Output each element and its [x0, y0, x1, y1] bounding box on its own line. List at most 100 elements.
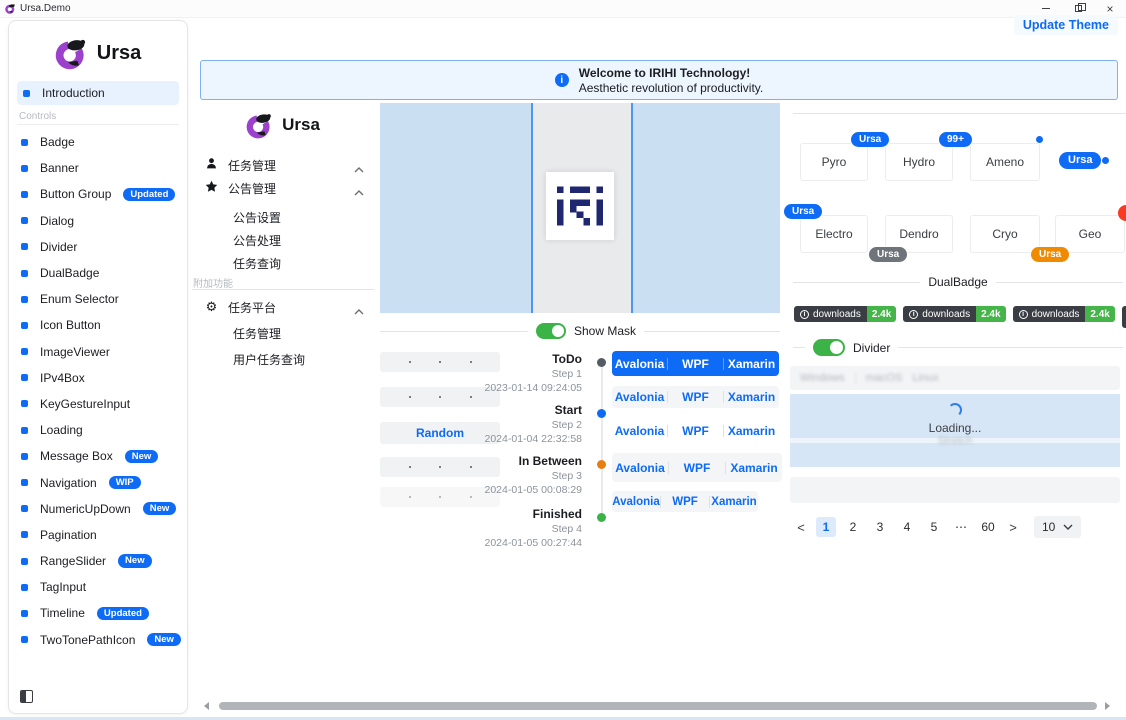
page-prev-button[interactable]: < — [793, 520, 809, 535]
info-icon — [555, 73, 569, 87]
avalonia-button[interactable]: Avalonia — [612, 424, 667, 438]
sidebar-item-pagination[interactable]: Pagination — [9, 522, 187, 548]
star-icon — [204, 180, 219, 196]
timeline-item: Finished Step 4 2024-01-05 00:27:44 — [476, 507, 582, 549]
page-next-button[interactable]: > — [1005, 520, 1021, 535]
app-window: Ursa.Demo × Ursa Introduction Controls B… — [0, 0, 1126, 720]
xamarin-button[interactable]: Xamarin — [724, 424, 779, 438]
page-ellipsis[interactable]: ⋯ — [951, 517, 971, 537]
sidebar-item-dialog[interactable]: Dialog — [9, 208, 187, 234]
sidebar-item-timeline[interactable]: TimelineUpdated — [9, 600, 187, 626]
status-badge: New — [147, 633, 181, 647]
scroll-right-icon[interactable] — [1105, 702, 1110, 710]
card-label: Electro — [815, 227, 852, 241]
xamarin-button[interactable]: Xamarin — [724, 357, 779, 371]
wpf-button[interactable]: WPF — [661, 496, 709, 508]
page-size-select[interactable]: 10 — [1034, 516, 1081, 538]
divider-toggle[interactable] — [813, 339, 845, 356]
timeline-item: Start Step 2 2024-01-04 22:32:58 — [476, 403, 582, 445]
timeline-step: Step 4 — [476, 523, 582, 535]
timeline-step: Step 2 — [476, 419, 582, 431]
menu-group-announcement[interactable]: 公告管理 — [190, 178, 376, 198]
sidebar-item-label: TagInput — [40, 580, 86, 594]
sidebar-item-enum-selector[interactable]: Enum Selector — [9, 286, 187, 312]
sidebar-item-button-group[interactable]: Button GroupUpdated — [9, 181, 187, 207]
avalonia-button[interactable]: Avalonia — [612, 496, 660, 508]
menu-group-task-platform[interactable]: ⚙ 任务平台 — [190, 297, 376, 317]
status-badge: New — [143, 502, 177, 516]
sidebar-item-label: ImageViewer — [40, 345, 110, 359]
button-group-borderless: Avalonia WPF Xamarin — [612, 420, 779, 442]
app-logo-icon — [5, 3, 16, 14]
wpf-button[interactable]: WPF — [669, 461, 725, 475]
sidebar-item-message-box[interactable]: Message BoxNew — [9, 443, 187, 469]
timeline-time: 2023-01-14 09:24:05 — [476, 382, 582, 394]
avalonia-button[interactable]: Avalonia — [612, 357, 667, 371]
sidebar-collapse-icon[interactable] — [20, 690, 33, 703]
scrollbar-thumb[interactable] — [219, 702, 1097, 710]
sidebar-item-banner[interactable]: Banner — [9, 155, 187, 181]
sidebar-item-keygestureinput[interactable]: KeyGestureInput — [9, 391, 187, 417]
menu-group-task-management[interactable]: 任务管理 — [190, 155, 376, 175]
sidebar-item-dualbadge[interactable]: DualBadge — [9, 260, 187, 286]
status-badge: Updated — [97, 607, 149, 621]
page-button-60[interactable]: 60 — [978, 517, 998, 537]
ursa-badge: Ursa — [850, 131, 890, 148]
card-label: Dendro — [899, 227, 938, 241]
xamarin-button[interactable]: Xamarin — [710, 496, 758, 508]
xamarin-button[interactable]: Xamarin — [726, 461, 782, 475]
xamarin-button[interactable]: Xamarin — [724, 390, 779, 404]
menu-item-label: 任务管理 — [228, 157, 276, 174]
sidebar-item-taginput[interactable]: TagInput — [9, 574, 187, 600]
avalonia-button[interactable]: Avalonia — [612, 461, 668, 475]
page-button-5[interactable]: 5 — [924, 517, 944, 537]
sidebar-item-numericupdown[interactable]: NumericUpDownNew — [9, 496, 187, 522]
bullet-icon — [21, 427, 28, 434]
page-button-3[interactable]: 3 — [870, 517, 890, 537]
dual-badge-value: 2.4k — [976, 306, 1005, 322]
wpf-button[interactable]: WPF — [668, 390, 723, 404]
sidebar-item-rangeslider[interactable]: RangeSliderNew — [9, 548, 187, 574]
page-button-2[interactable]: 2 — [843, 517, 863, 537]
menu-subitem[interactable]: 任务查询 — [190, 253, 376, 273]
scroll-left-icon[interactable] — [204, 702, 209, 710]
sidebar-item-loading[interactable]: Loading — [9, 417, 187, 443]
chevron-up-icon — [354, 162, 364, 176]
page-button-1[interactable]: 1 — [816, 517, 836, 537]
os-label: Windows — [800, 372, 845, 384]
show-mask-row: Show Mask — [380, 322, 780, 340]
sidebar-item-twotonepathicon[interactable]: TwoTonePathIconNew — [9, 627, 187, 653]
avalonia-button[interactable]: Avalonia — [612, 390, 667, 404]
card-label: Cryo — [992, 227, 1017, 241]
horizontal-scrollbar[interactable] — [196, 700, 1124, 712]
card-label: Geo — [1079, 227, 1102, 241]
sidebar-item-introduction[interactable]: Introduction — [17, 81, 179, 105]
sidebar-item-badge[interactable]: Badge — [9, 129, 187, 155]
show-mask-toggle[interactable] — [536, 323, 566, 339]
sidebar-item-ipv4box[interactable]: IPv4Box — [9, 365, 187, 391]
sidebar-item-divider[interactable]: Divider — [9, 234, 187, 260]
menu-subitem[interactable]: 任务管理 — [190, 323, 376, 343]
sidebar-item-label: KeyGestureInput — [40, 397, 130, 411]
bullet-icon — [21, 191, 28, 198]
image-viewer[interactable] — [380, 103, 780, 313]
dual-badge-value: 2.4k — [867, 306, 896, 322]
bullet-icon — [23, 90, 30, 97]
irihi-logo-icon — [557, 186, 603, 226]
menu-subitem[interactable]: 公告处理 — [190, 230, 376, 250]
page-button-4[interactable]: 4 — [897, 517, 917, 537]
sidebar-item-imageviewer[interactable]: ImageViewer — [9, 339, 187, 365]
sidebar-item-icon-button[interactable]: Icon Button — [9, 312, 187, 338]
toggle-knob — [830, 341, 843, 354]
wpf-button[interactable]: WPF — [668, 424, 723, 438]
sidebar-item-navigation[interactable]: NavigationWIP — [9, 469, 187, 495]
tag-input[interactable] — [790, 477, 1120, 503]
divider — [17, 124, 179, 125]
menu-subitem[interactable]: 公告设置 — [190, 207, 376, 227]
viewer-mask-left — [380, 103, 531, 313]
timeline-item: ToDo Step 1 2023-01-14 09:24:05 — [476, 352, 582, 394]
update-theme-button[interactable]: Update Theme — [1014, 15, 1118, 35]
wpf-button[interactable]: WPF — [668, 357, 723, 371]
loading-spinner-icon — [948, 403, 962, 417]
menu-subitem[interactable]: 用户任务查询 — [190, 349, 376, 369]
